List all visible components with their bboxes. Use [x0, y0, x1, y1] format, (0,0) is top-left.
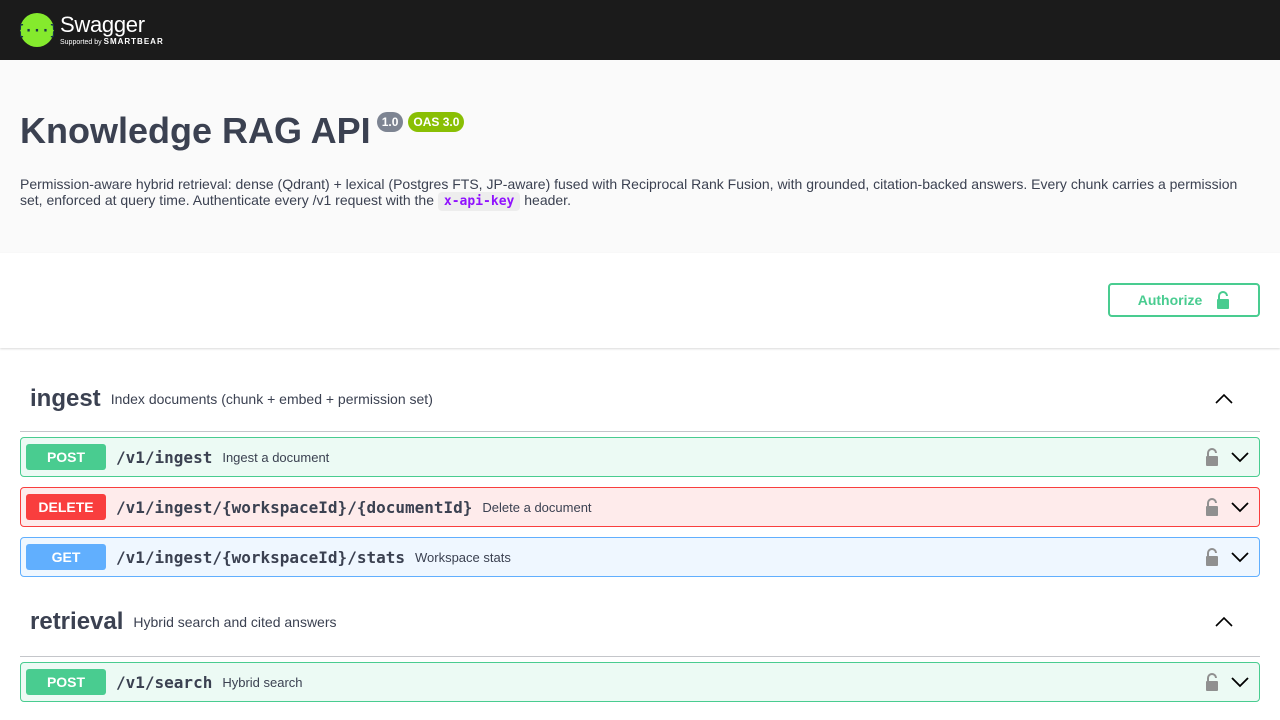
chevron-down-icon[interactable] — [1231, 501, 1249, 513]
op-summary: Workspace stats — [414, 549, 511, 565]
tag-description: Index documents (chunk + embed + permiss… — [110, 390, 433, 407]
op-summary: Hybrid search — [222, 674, 303, 690]
chevron-down-icon[interactable] — [1231, 676, 1249, 688]
chevron-up-icon[interactable] — [1214, 616, 1234, 628]
op-post-ingest[interactable]: POST /v1/ingest Ingest a document — [20, 437, 1260, 477]
swagger-logo-icon[interactable]: {···} — [20, 13, 54, 47]
page-title: Knowledge RAG API — [20, 110, 371, 151]
tag-description: Hybrid search and cited answers — [133, 613, 337, 630]
op-path: /v1/ingest/{workspaceId}/stats — [116, 547, 405, 567]
op-post-search[interactable]: POST /v1/search Hybrid search — [20, 662, 1260, 702]
method-badge: POST — [26, 669, 106, 695]
api-info: Knowledge RAG API 1.0 OAS 3.0 Permission… — [0, 60, 1280, 253]
svg-text:{···}: {···} — [20, 23, 54, 39]
description-text: Permission-aware hybrid retrieval: dense… — [20, 176, 1238, 208]
logo-sub-prefix: Supported by — [60, 39, 102, 46]
op-path: /v1/ingest/{workspaceId}/{documentId} — [116, 497, 473, 517]
lock-icon[interactable] — [1205, 548, 1219, 566]
header-code: x-api-key — [437, 192, 521, 211]
op-summary: Delete a document — [482, 499, 592, 515]
chevron-down-icon[interactable] — [1231, 551, 1249, 563]
lock-icon[interactable] — [1205, 498, 1219, 516]
oas-badge: OAS 3.0 — [408, 112, 465, 132]
chevron-up-icon[interactable] — [1214, 393, 1234, 405]
logo-text[interactable]: Swagger Supported by SMARTBEAR — [60, 12, 164, 47]
operations: ingest Index documents (chunk + embed + … — [0, 348, 1280, 702]
logo-name: Swagger — [60, 12, 145, 37]
logo-subtitle: Supported by SMARTBEAR — [60, 37, 164, 47]
tag-ingest[interactable]: ingest Index documents (chunk + embed + … — [20, 348, 1260, 432]
logo-sub-brand: SMARTBEAR — [103, 37, 164, 46]
tag-name: ingest — [30, 384, 101, 412]
method-badge: POST — [26, 444, 106, 470]
op-path: /v1/ingest — [116, 447, 213, 467]
op-get-stats[interactable]: GET /v1/ingest/{workspaceId}/stats Works… — [20, 537, 1260, 577]
lock-icon[interactable] — [1205, 673, 1219, 691]
authorize-button[interactable]: Authorize — [1108, 283, 1260, 317]
api-description: Permission-aware hybrid retrieval: dense… — [20, 176, 1260, 211]
op-summary: Ingest a document — [222, 449, 330, 465]
version-badge: 1.0 — [376, 112, 404, 132]
scheme-container: Authorize — [0, 253, 1280, 348]
op-path: /v1/search — [116, 672, 213, 692]
method-badge: GET — [26, 544, 106, 570]
tag-retrieval[interactable]: retrieval Hybrid search and cited answer… — [20, 587, 1260, 657]
lock-icon[interactable] — [1205, 448, 1219, 466]
tag-name: retrieval — [30, 607, 124, 635]
description-text-end: header. — [520, 192, 571, 208]
chevron-down-icon[interactable] — [1231, 451, 1249, 463]
op-delete-document[interactable]: DELETE /v1/ingest/{workspaceId}/{documen… — [20, 487, 1260, 527]
method-badge: DELETE — [26, 494, 106, 520]
authorize-label: Authorize — [1137, 292, 1203, 308]
topbar: {···} Swagger Supported by SMARTBEAR — [0, 0, 1280, 60]
lock-icon — [1217, 291, 1230, 309]
